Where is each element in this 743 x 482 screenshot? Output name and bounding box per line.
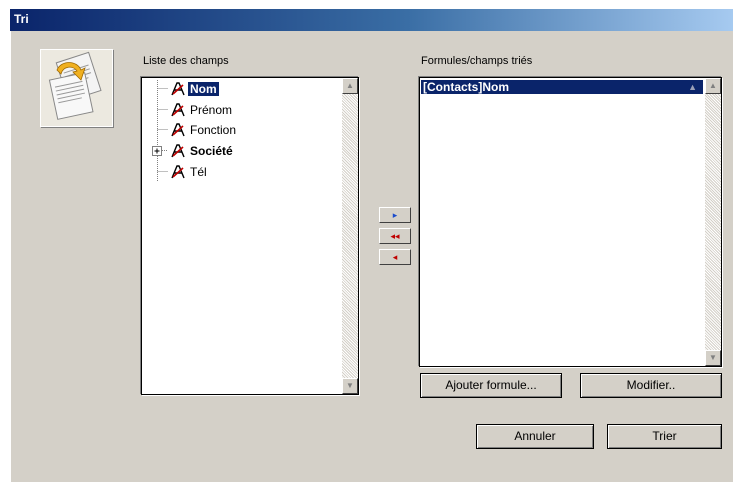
title-bar[interactable]: Tri — [10, 9, 733, 31]
triangle-down-icon: ▼ — [346, 381, 354, 390]
cancel-button[interactable]: Annuler — [476, 424, 594, 449]
tree-item-tel[interactable]: Tél — [142, 162, 358, 182]
field-a-icon — [171, 165, 185, 179]
scroll-down-button[interactable]: ▼ — [342, 378, 358, 394]
fields-list-scrollbar[interactable]: ▲ ▼ — [342, 78, 358, 394]
double-arrow-left-icon: ◂◂ — [390, 231, 400, 241]
tree-item-label: Tél — [190, 165, 207, 179]
modify-button[interactable]: Modifier.. — [580, 373, 722, 398]
tree-item-label: Nom — [188, 82, 219, 96]
expand-plus-icon[interactable] — [152, 146, 163, 157]
arrow-left-icon: ◂ — [392, 252, 398, 262]
remove-field-button[interactable]: ◂ — [379, 249, 411, 265]
tree-item-prenom[interactable]: Prénom — [142, 100, 358, 120]
field-a-icon — [171, 103, 185, 117]
sort-documents-icon — [40, 49, 113, 127]
sorted-list-scrollbar[interactable]: ▲ ▼ — [705, 78, 721, 366]
scroll-up-button[interactable]: ▲ — [705, 78, 721, 94]
add-formula-button[interactable]: Ajouter formule... — [420, 373, 562, 398]
arrow-right-icon: ▸ — [392, 210, 398, 220]
sorted-list[interactable]: [Contacts]Nom ▲ ▲ ▼ — [419, 77, 722, 367]
tree-item-label: Prénom — [190, 103, 233, 117]
tree-item-nom[interactable]: Nom — [142, 79, 358, 99]
tree-item-fonction[interactable]: Fonction — [142, 120, 358, 140]
scroll-up-button[interactable]: ▲ — [342, 78, 358, 94]
sort-dialog: Tri Liste des champs Nom Prénom Fonction… — [10, 9, 733, 482]
sorted-item[interactable]: [Contacts]Nom ▲ — [421, 80, 703, 94]
triangle-up-icon: ▲ — [709, 81, 717, 90]
ascending-order-icon[interactable]: ▲ — [688, 80, 697, 94]
field-a-icon — [171, 123, 185, 137]
field-a-icon — [171, 82, 185, 96]
triangle-down-icon: ▼ — [709, 353, 717, 362]
triangle-up-icon: ▲ — [346, 81, 354, 90]
sort-button[interactable]: Trier — [607, 424, 722, 449]
window-title: Tri — [14, 12, 29, 26]
add-field-button[interactable]: ▸ — [379, 207, 411, 223]
fields-list[interactable]: Nom Prénom Fonction Société Tél ▲ ▼ — [141, 77, 359, 395]
sorted-item-label: [Contacts]Nom — [423, 80, 509, 94]
remove-all-button[interactable]: ◂◂ — [379, 228, 411, 244]
scroll-down-button[interactable]: ▼ — [705, 350, 721, 366]
field-a-icon — [171, 144, 185, 158]
tree-item-label: Fonction — [190, 123, 237, 137]
sorted-list-label: Formules/champs triés — [421, 55, 533, 67]
tree-item-label: Société — [190, 144, 233, 158]
fields-list-label: Liste des champs — [143, 55, 229, 67]
tree-item-societe[interactable]: Société — [142, 141, 358, 161]
